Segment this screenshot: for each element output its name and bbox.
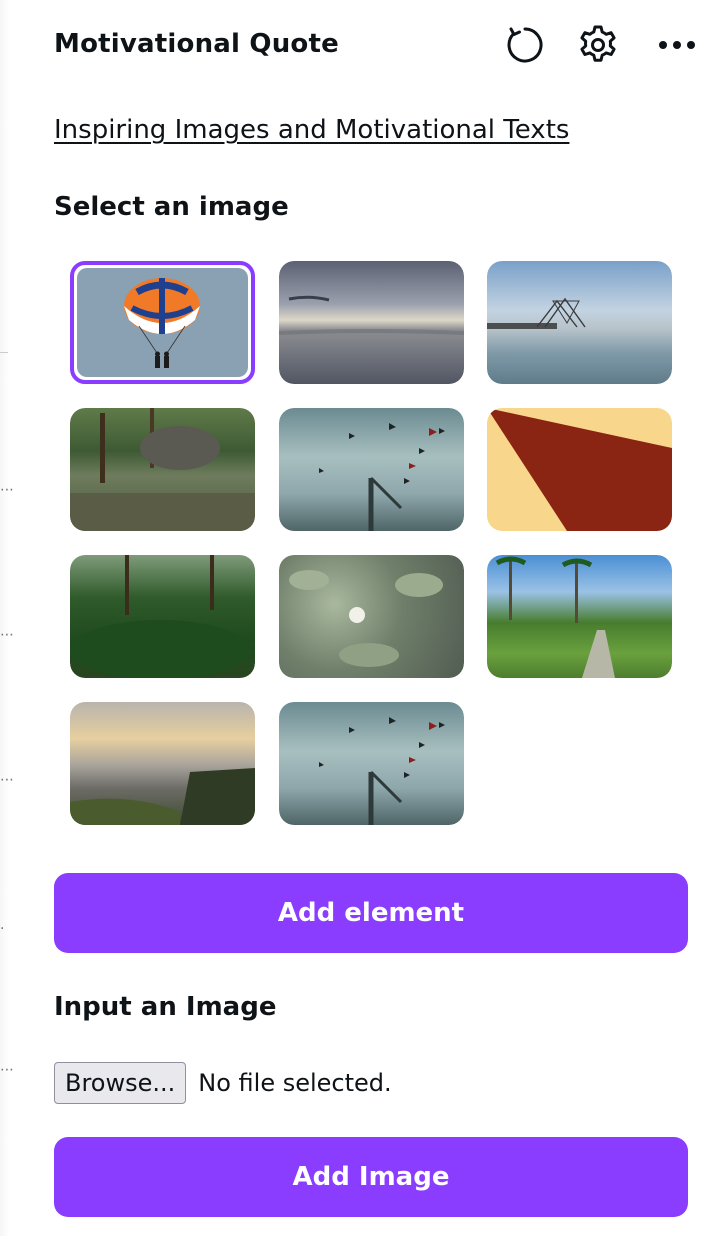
input-image-heading: Input an Image (54, 992, 277, 1022)
section-link[interactable]: Inspiring Images and Motivational Texts (54, 115, 569, 145)
water-lilies-image[interactable] (279, 555, 464, 678)
refresh-button[interactable] (502, 22, 548, 68)
left-edge-shadow (0, 0, 10, 1236)
refresh-icon (507, 27, 543, 63)
left-edge-divider (0, 352, 8, 353)
fishing-nets-image[interactable] (487, 261, 672, 384)
sea-dusk-image[interactable] (279, 261, 464, 384)
select-image-heading: Select an image (54, 192, 289, 222)
settings-button[interactable] (575, 22, 621, 68)
left-edge-ellipsis: ⋯ (0, 1062, 14, 1078)
left-edge-ellipsis: . (0, 917, 5, 933)
panel-header: Motivational Quote (54, 0, 702, 92)
file-status-text: No file selected. (198, 1069, 392, 1097)
birds-sky-image-2[interactable] (279, 702, 464, 825)
jungle-pond-image[interactable] (70, 408, 255, 531)
add-element-button[interactable]: Add element (54, 873, 688, 953)
left-edge-ellipsis: ⋯ (0, 482, 14, 498)
parasail-image[interactable] (70, 261, 255, 384)
gear-icon (580, 25, 616, 62)
cliff-sunset-image[interactable] (70, 702, 255, 825)
birds-sky-image[interactable] (279, 408, 464, 531)
rice-terrace-image[interactable] (487, 555, 672, 678)
abstract-triangles-image[interactable] (487, 408, 672, 531)
more-options-button[interactable] (654, 22, 700, 68)
image-grid (70, 261, 672, 825)
browse-button[interactable]: Browse... (54, 1062, 187, 1104)
left-edge-ellipsis: ⋯ (0, 772, 14, 788)
app-title: Motivational Quote (54, 29, 339, 59)
app-panel: ⋯ ⋯ ⋯ . ⋯ Motivational Quote Inspiring I… (0, 0, 702, 1236)
more-icon (659, 41, 695, 49)
add-image-button[interactable]: Add Image (54, 1137, 688, 1217)
file-input: Browse... No file selected. (54, 1061, 392, 1105)
parasail-graphic (124, 278, 200, 368)
left-edge-ellipsis: ⋯ (0, 627, 14, 643)
forest-image[interactable] (70, 555, 255, 678)
